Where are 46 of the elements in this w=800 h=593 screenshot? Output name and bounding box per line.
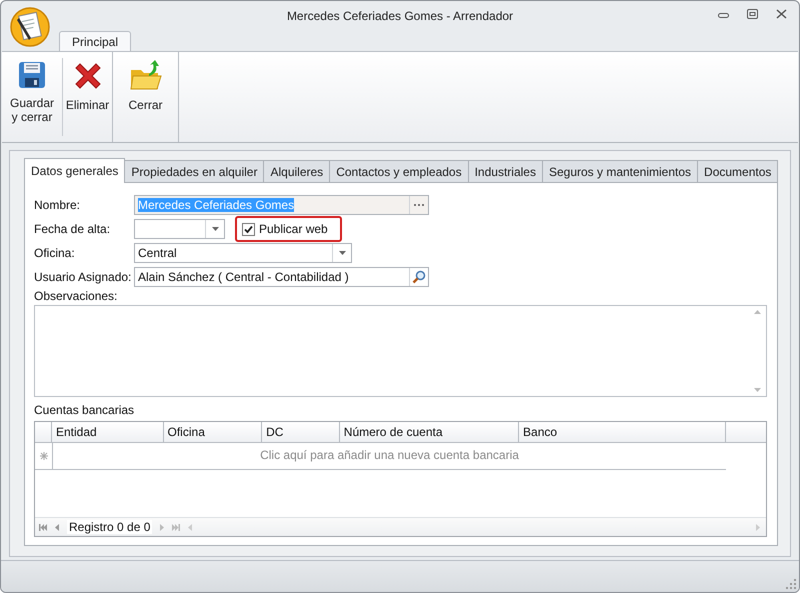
previous-record-icon[interactable] [55, 524, 59, 530]
field-label: Fecha de alta: [34, 222, 112, 236]
tab[interactable]: Contactos y empleados [329, 160, 469, 183]
close-ribbon-button[interactable]: Cerrar [113, 52, 179, 142]
scroll-left-icon [188, 524, 192, 530]
user-field[interactable]: Alain Sánchez ( Central - Contabilidad ) [134, 267, 429, 287]
window-title: Mercedes Ceferiades Gomes - Arrendador [286, 9, 514, 23]
asterisk-icon [40, 452, 48, 460]
field-label: Nombre: [34, 198, 82, 212]
column-header[interactable]: Banco [519, 422, 726, 442]
field-label: Observaciones: [34, 289, 118, 303]
section-label: Cuentas bancarias [34, 403, 134, 417]
tab[interactable]: Datos generales [24, 158, 126, 183]
scroll-up-icon [754, 310, 761, 314]
date-field[interactable] [134, 219, 225, 239]
save-close-button[interactable]: Guardar y cerrar [2, 52, 62, 142]
dropdown-arrow-icon [338, 251, 346, 255]
search-icon [412, 270, 426, 284]
record-counter: Registro 0 de 0 [67, 520, 152, 534]
scroll-right-icon [756, 524, 760, 530]
checkbox[interactable] [242, 222, 255, 236]
tab[interactable]: Alquileres [263, 160, 330, 183]
office-dropdown[interactable]: Central [134, 243, 352, 263]
folder-arrow-icon [128, 60, 162, 92]
dropdown-arrow-icon [212, 227, 218, 231]
column-header[interactable]: Oficina [164, 422, 262, 442]
tab[interactable]: Documentos [697, 160, 778, 183]
delete-button[interactable]: Eliminar [63, 52, 113, 142]
column-header[interactable]: Número de cuenta [340, 422, 520, 442]
scroll-down-icon [754, 388, 761, 392]
document-pen-icon[interactable] [9, 6, 51, 48]
field-label: Usuario Asignado: [34, 270, 132, 284]
column-header[interactable]: DC [262, 422, 340, 442]
field-label: Oficina: [34, 246, 76, 260]
tab[interactable]: Seguros y mantenimientos [542, 160, 698, 183]
close-button[interactable] [776, 9, 787, 19]
search-button[interactable] [409, 268, 428, 286]
first-record-icon[interactable] [39, 524, 47, 530]
publish-checkbox[interactable]: Publicar web [235, 216, 342, 242]
maximize-button[interactable] [747, 9, 758, 19]
notes-field[interactable] [34, 305, 767, 397]
resize-grip-icon[interactable] [786, 579, 796, 589]
ribbon-tab[interactable]: Principal [59, 31, 132, 51]
column-header[interactable]: Entidad [52, 422, 164, 442]
tab[interactable]: Propiedades en alquiler [124, 160, 264, 183]
tab[interactable]: Industriales [468, 160, 543, 183]
